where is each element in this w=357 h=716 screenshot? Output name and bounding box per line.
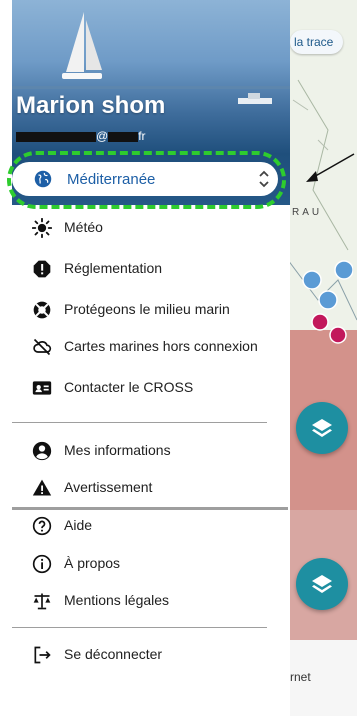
coast-label: RAU xyxy=(292,207,323,218)
layers-icon xyxy=(312,419,332,437)
trace-button[interactable]: la trace xyxy=(290,30,344,54)
user-email: @ fr xyxy=(16,129,146,143)
email-domain: fr xyxy=(138,129,146,143)
bottom-tab[interactable]: rnet xyxy=(288,640,357,716)
menu-item-label: Réglementation xyxy=(64,260,163,276)
menu-item-label: Protégeons le milieu marin xyxy=(64,301,230,317)
email-at: @ xyxy=(96,129,109,143)
menu-item-label: Mentions légales xyxy=(64,592,170,608)
help-circle-icon xyxy=(32,516,52,536)
menu-item-mes-informations[interactable]: Mes informations xyxy=(12,433,278,469)
navigation-drawer: Marion shom @ fr Méditerranée Météo Régle… xyxy=(0,0,290,716)
info-circle-icon xyxy=(32,554,52,574)
menu-item-label: Météo xyxy=(64,219,103,235)
redacted-text xyxy=(16,131,96,142)
account-circle-icon xyxy=(32,441,52,461)
menu-item-label: Cartes marines hors connexion xyxy=(64,338,258,354)
lifebuoy-icon xyxy=(33,301,51,319)
menu-item-label: Mes informations xyxy=(64,442,171,458)
logout-icon xyxy=(34,646,51,664)
layers-button[interactable] xyxy=(296,558,348,610)
contact-card-icon xyxy=(32,381,52,395)
logout-button[interactable]: Se déconnecter xyxy=(12,637,278,673)
horizon-line xyxy=(12,86,290,89)
alert-octagon-icon xyxy=(33,260,51,278)
user-name: Marion shom xyxy=(16,92,166,119)
menu-item-label: Aide xyxy=(64,517,93,533)
sun-icon xyxy=(32,218,52,238)
menu-item-mentions-legales[interactable]: Mentions légales xyxy=(12,583,278,619)
sailboat-image xyxy=(62,12,102,79)
menu-item-a-propos[interactable]: À propos xyxy=(12,546,278,582)
warning-triangle-icon xyxy=(32,479,52,496)
menu-item-meteo[interactable]: Météo xyxy=(12,210,278,246)
menu-divider xyxy=(12,627,267,628)
menu-divider xyxy=(12,422,267,423)
boat-image xyxy=(238,93,272,104)
annotation-arrow xyxy=(306,153,355,182)
highlight-outline xyxy=(7,151,286,209)
menu-item-milieu-marin[interactable]: Protégeons le milieu marin xyxy=(12,292,278,328)
redacted-text xyxy=(108,131,139,142)
layers-icon xyxy=(312,575,332,593)
layers-button[interactable] xyxy=(296,402,348,454)
menu-item-label: Contacter le CROSS xyxy=(64,379,194,395)
menu-item-reglementation[interactable]: Réglementation xyxy=(12,251,278,287)
map-background[interactable]: la trace RAU rnet xyxy=(288,0,357,716)
map-markers xyxy=(302,260,353,344)
menu-item-label: À propos xyxy=(64,555,121,571)
menu-item-aide[interactable]: Aide xyxy=(12,508,278,544)
menu-item-cartes-hors-connexion[interactable]: Cartes marines hors connexion xyxy=(12,329,278,365)
menu-item-contacter-cross[interactable]: Contacter le CROSS xyxy=(12,370,278,406)
menu-item-label: Se déconnecter xyxy=(64,646,163,662)
scale-icon xyxy=(33,593,51,610)
menu-item-label: Avertissement xyxy=(64,479,153,495)
cloud-off-icon xyxy=(33,338,52,356)
menu-item-avertissement[interactable]: Avertissement xyxy=(12,470,278,506)
bottom-tab-label: rnet xyxy=(290,670,311,684)
